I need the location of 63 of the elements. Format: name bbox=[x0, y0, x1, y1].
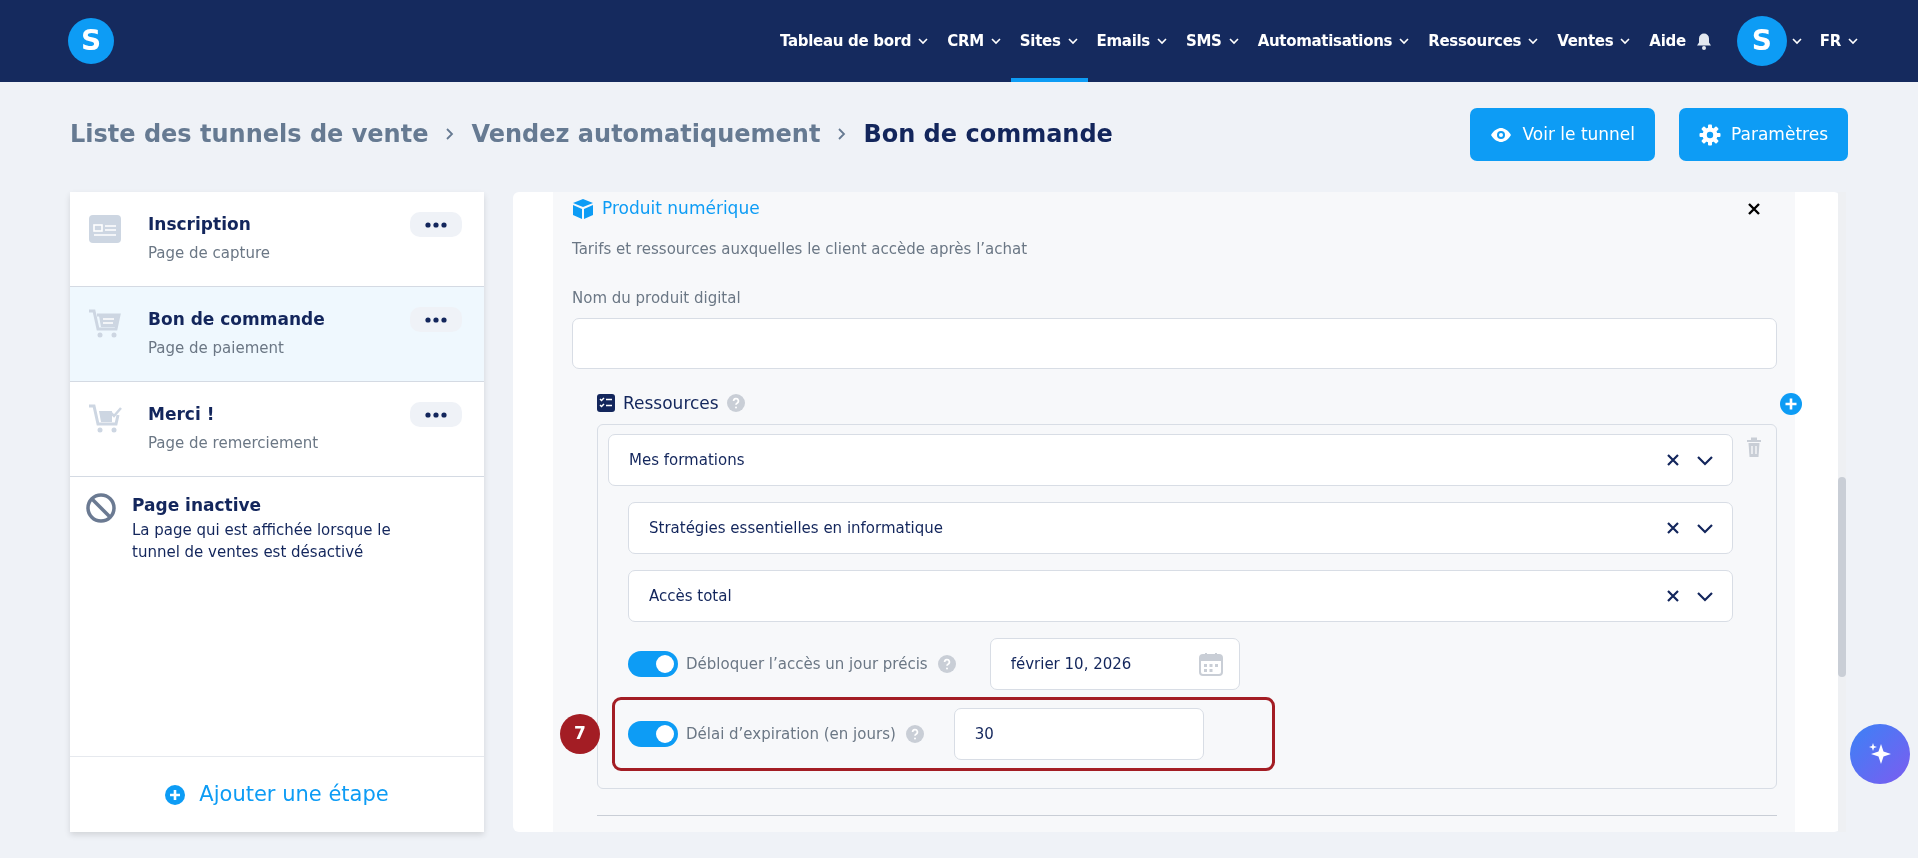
nav-menu-item[interactable]: Aide bbox=[1640, 0, 1695, 82]
close-icon bbox=[1747, 202, 1761, 216]
clear-icon[interactable] bbox=[1666, 453, 1680, 467]
scrollbar-thumb[interactable] bbox=[1838, 477, 1846, 677]
select-field[interactable]: Stratégies essentielles en informatique bbox=[628, 502, 1733, 554]
eye-icon bbox=[1490, 125, 1513, 144]
breadcrumb-current: Bon de commande bbox=[863, 119, 1113, 150]
clear-icon[interactable] bbox=[1666, 589, 1680, 603]
breadcrumb-link[interactable]: Liste des tunnels de vente bbox=[70, 116, 429, 152]
step-item[interactable]: Merci ! Page de remerciement bbox=[70, 382, 484, 477]
assistant-button[interactable] bbox=[1850, 724, 1910, 784]
nav-menu-item[interactable]: Sites bbox=[1010, 0, 1088, 82]
more-button[interactable] bbox=[410, 212, 462, 237]
chevron-icon bbox=[444, 127, 456, 141]
add-button[interactable] bbox=[1780, 392, 1802, 415]
number-field[interactable]: 30 bbox=[953, 708, 1204, 760]
toggle-label: Délai d’expiration (en jours) bbox=[686, 723, 896, 745]
step-title: Bon de commande bbox=[148, 308, 325, 331]
step-title: Inscription bbox=[148, 213, 252, 236]
settings-icon bbox=[1699, 123, 1722, 146]
inactive-description: La page qui est affichée lorsque le tunnel de ventes est désactivé bbox=[132, 519, 392, 563]
nav-menu-item[interactable]: SMS bbox=[1177, 0, 1249, 82]
step-subtitle: Page de paiement bbox=[148, 337, 285, 359]
bell-icon[interactable] bbox=[1694, 31, 1713, 51]
resources-title: Ressources bbox=[623, 391, 719, 415]
field-label: Nom du produit digital bbox=[572, 288, 742, 309]
section-description: Tarifs et ressources auxquelles le client accède après l’achat bbox=[572, 238, 1029, 260]
clear-icon[interactable] bbox=[1666, 521, 1680, 535]
blocked-icon bbox=[86, 493, 116, 523]
toggle-label: Débloquer l’accès un jour précis bbox=[686, 653, 928, 675]
plus-icon bbox=[165, 784, 186, 805]
more-icon bbox=[425, 221, 447, 228]
toggle-switch[interactable] bbox=[628, 721, 678, 747]
step-subtitle: Page de capture bbox=[148, 242, 270, 264]
calendar-icon bbox=[1198, 652, 1223, 676]
nav-menu-item[interactable]: Tableau de bord bbox=[770, 0, 939, 82]
checklist-icon bbox=[597, 394, 615, 413]
nav-menu-item[interactable]: Emails bbox=[1087, 0, 1177, 82]
language-menu[interactable]: FR bbox=[1810, 0, 1868, 82]
section-title: Produit numérique bbox=[602, 197, 760, 220]
box-icon bbox=[572, 197, 594, 220]
more-icon bbox=[425, 316, 447, 323]
step-subtitle: Page de remerciement bbox=[148, 432, 319, 454]
select-field[interactable]: Mes formations bbox=[608, 434, 1733, 486]
input-field[interactable] bbox=[572, 317, 1777, 369]
nav-menu-item[interactable]: CRM bbox=[938, 0, 1011, 82]
inactive-title: Page inactive bbox=[132, 494, 263, 517]
nav-menu-item[interactable]: Ventes bbox=[1548, 0, 1641, 82]
caret-icon bbox=[1847, 35, 1859, 47]
more-icon bbox=[425, 411, 447, 418]
toggle-switch[interactable] bbox=[628, 651, 678, 677]
nav-menu-item[interactable]: Automatisations bbox=[1248, 0, 1420, 82]
nav-menu-item[interactable]: Ressources bbox=[1419, 0, 1549, 82]
select-field[interactable]: Accès total bbox=[628, 570, 1733, 622]
step-item[interactable]: Bon de commande Page de paiement bbox=[70, 287, 484, 382]
chevron-icon bbox=[836, 127, 848, 141]
more-button[interactable] bbox=[410, 402, 462, 427]
step-title: Merci ! bbox=[148, 403, 216, 426]
more-button[interactable] bbox=[410, 307, 462, 332]
date-field[interactable]: février 10, 2026 bbox=[989, 638, 1240, 690]
breadcrumb-link[interactable]: Vendez automatiquement bbox=[471, 116, 821, 152]
form-icon bbox=[88, 212, 122, 246]
step-badge: 7 bbox=[560, 714, 600, 754]
